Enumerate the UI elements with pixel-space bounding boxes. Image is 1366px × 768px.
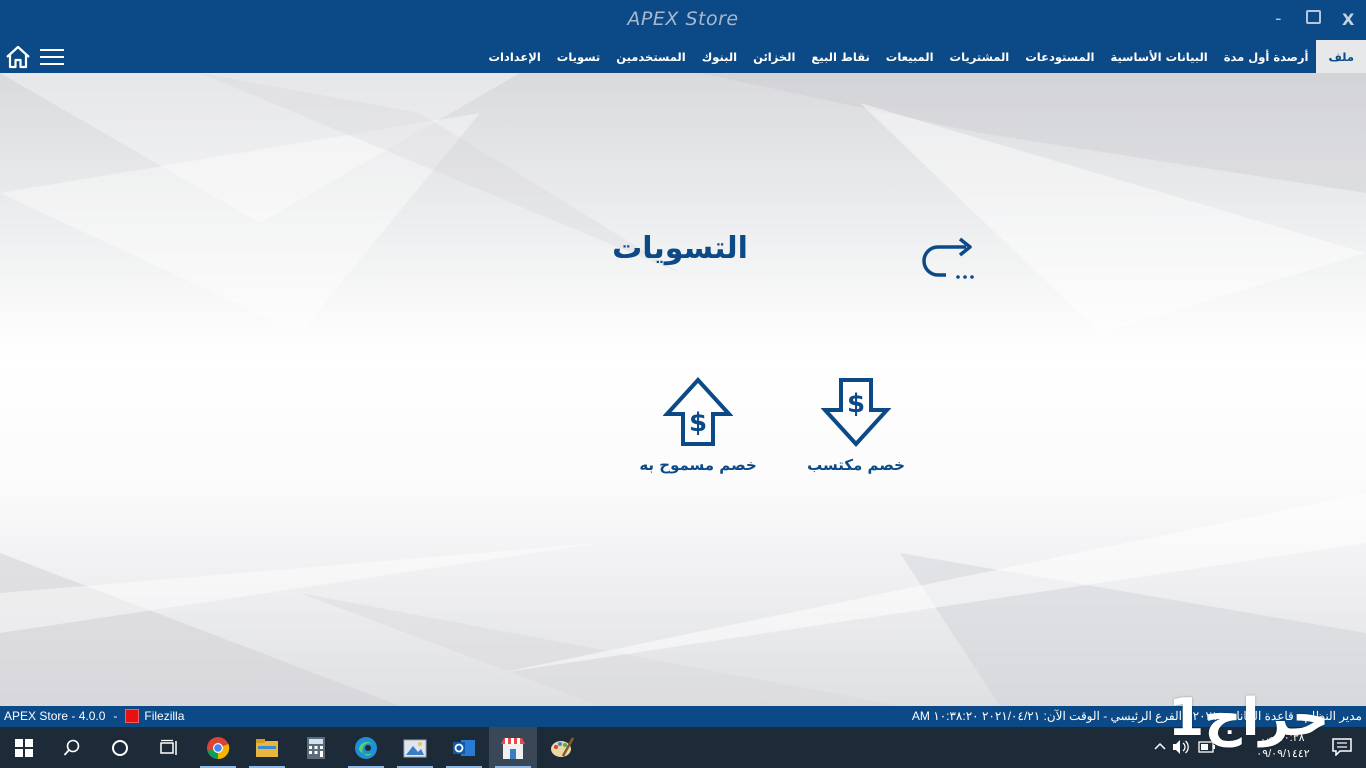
- menu-item-pos[interactable]: نقاط البيع: [803, 40, 877, 73]
- start-icon[interactable]: [0, 727, 48, 768]
- paint-icon[interactable]: [538, 727, 586, 768]
- apex-store-taskbar-icon[interactable]: [489, 727, 537, 768]
- chrome-icon[interactable]: [194, 727, 242, 768]
- main-area: التسويات $ خصم مكتسب $ خصم مسموح به: [0, 73, 1366, 706]
- page-title: التسويات: [612, 231, 748, 266]
- clock-date: ٠٩/٠٩/١٤٤٢: [1256, 748, 1310, 760]
- status-separator: -: [113, 709, 118, 723]
- menu-item-file[interactable]: ملف: [1316, 40, 1366, 73]
- watermark-logo: حراج1: [1168, 688, 1330, 748]
- svg-text:$: $: [689, 408, 707, 438]
- search-icon[interactable]: [48, 727, 96, 768]
- allowed-discount-label: خصم مسموح به: [639, 456, 757, 474]
- calculator-icon[interactable]: [292, 727, 340, 768]
- photos-icon[interactable]: [391, 727, 439, 768]
- edge-icon[interactable]: [342, 727, 390, 768]
- server-status-icon: [125, 709, 140, 723]
- menu-item-purchases[interactable]: المشتريات: [942, 40, 1018, 73]
- tray-expand-chevron-icon[interactable]: [1154, 741, 1166, 751]
- menu-item-cashboxes[interactable]: الخزائن: [745, 40, 803, 73]
- menu-item-sales[interactable]: المبيعات: [878, 40, 942, 73]
- menu-item-settings[interactable]: الإعدادات: [480, 40, 548, 73]
- status-left: APEX Store - 4.0.0 - Filezilla: [4, 709, 184, 723]
- menu-bar: ملف أرصدة أول مدة البيانات الأساسية المس…: [0, 40, 1366, 73]
- menu-item-banks[interactable]: البنوك: [694, 40, 745, 73]
- file-explorer-icon[interactable]: [243, 727, 291, 768]
- outlook-icon[interactable]: [440, 727, 488, 768]
- title-bar: APEX Store - X: [0, 0, 1366, 40]
- minimize-button[interactable]: -: [1275, 8, 1282, 29]
- earned-discount-tile[interactable]: $ خصم مكتسب: [791, 376, 921, 474]
- app-title: APEX Store: [627, 8, 739, 30]
- menu-item-warehouses[interactable]: المستودعات: [1017, 40, 1102, 73]
- status-bar: APEX Store - 4.0.0 - Filezilla مدير النظ…: [0, 706, 1366, 727]
- down-arrow-dollar-icon: $: [821, 378, 891, 447]
- menu-item-users[interactable]: المستخدمين: [608, 40, 693, 73]
- server-name: Filezilla: [144, 709, 185, 723]
- task-view-icon[interactable]: [144, 727, 192, 768]
- earned-discount-label: خصم مكتسب: [807, 456, 905, 474]
- app-version: APEX Store - 4.0.0: [4, 709, 106, 723]
- back-arrow-icon[interactable]: [918, 233, 982, 285]
- taskbar: ١٠:٣٨ ص ٠٩/٠٩/١٤٤٢: [0, 727, 1366, 768]
- menu-item-opening-balances[interactable]: أرصدة أول مدة: [1216, 40, 1317, 73]
- notifications-icon[interactable]: [1332, 738, 1352, 756]
- hamburger-menu-icon[interactable]: [40, 46, 64, 68]
- menu-item-master-data[interactable]: البيانات الأساسية: [1102, 40, 1215, 73]
- main-menu: ملف أرصدة أول مدة البيانات الأساسية المس…: [480, 40, 1366, 73]
- allowed-discount-tile[interactable]: $ خصم مسموح به: [633, 376, 763, 474]
- menu-item-settlements[interactable]: تسويات: [549, 40, 608, 73]
- cortana-icon[interactable]: [96, 727, 144, 768]
- close-button[interactable]: X: [1342, 10, 1354, 29]
- maximize-button[interactable]: [1306, 10, 1321, 24]
- up-arrow-dollar-icon: $: [663, 377, 733, 446]
- home-icon[interactable]: [4, 44, 32, 70]
- svg-text:$: $: [847, 389, 865, 419]
